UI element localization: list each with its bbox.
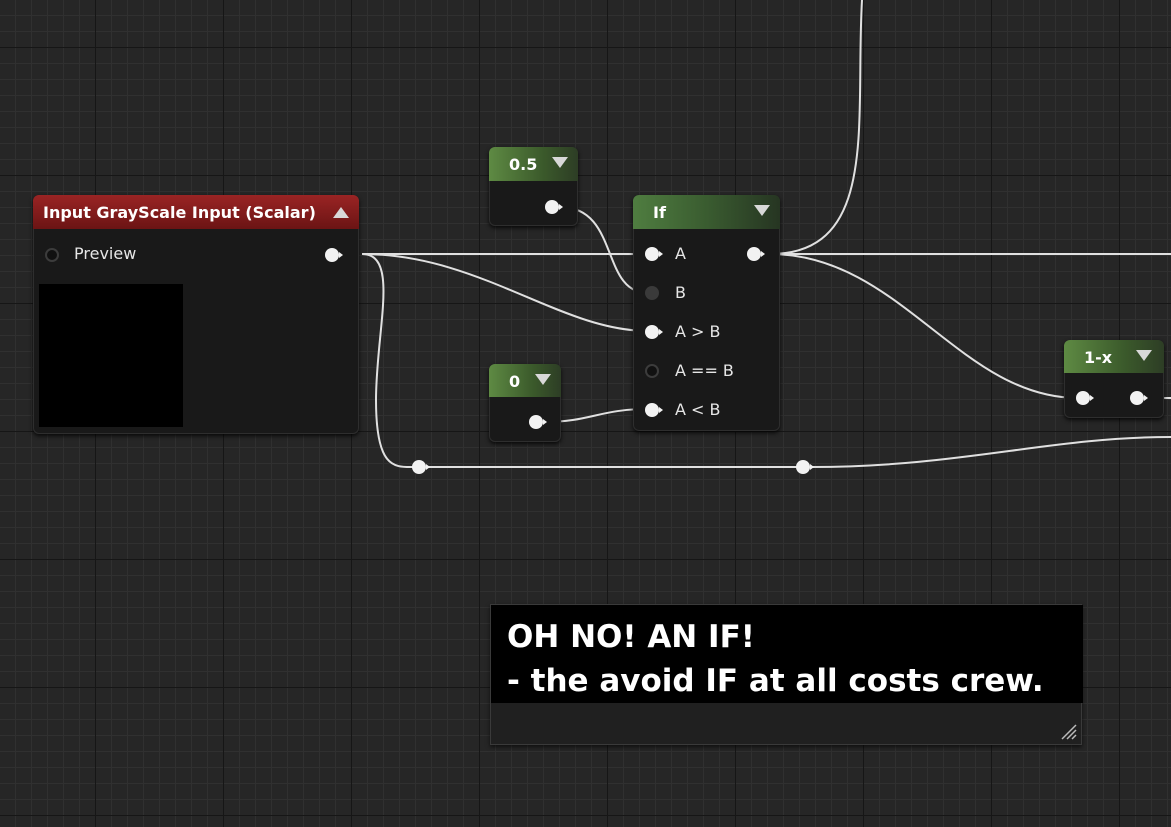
input-node-header[interactable]: Input GrayScale Input (Scalar) [33, 195, 359, 229]
if-input-a-label: A [675, 244, 686, 263]
one-minus-node[interactable]: 1-x [1064, 340, 1164, 418]
if-input-altb-pin[interactable] [645, 403, 663, 417]
if-input-b-label: B [675, 283, 686, 302]
wire-if-up [769, 0, 863, 255]
comment-title[interactable]: OH NO! AN IF! - the avoid IF at all cost… [491, 605, 1083, 703]
constant-half-output-pin[interactable] [545, 200, 563, 214]
input-grayscale-node[interactable]: Input GrayScale Input (Scalar) Preview [33, 195, 359, 434]
if-input-agtb-label: A > B [675, 322, 721, 341]
if-input-a-pin[interactable] [645, 247, 663, 261]
wire-input-to-agtb [361, 253, 649, 332]
if-input-b-pin[interactable] [645, 286, 660, 300]
one-minus-title: 1-x [1084, 348, 1113, 367]
if-input-altb-label: A < B [675, 400, 721, 419]
constant-zero-value: 0 [509, 372, 521, 391]
collapse-icon[interactable] [333, 207, 349, 218]
if-input-aeqb-pin[interactable] [645, 364, 660, 378]
expand-icon[interactable] [552, 157, 568, 168]
preview-label: Preview [74, 244, 137, 263]
constant-zero-node[interactable]: 0 [489, 364, 561, 442]
if-output-pin[interactable] [747, 247, 765, 261]
if-node-title: If [653, 203, 666, 222]
constant-half-node[interactable]: 0.5 [489, 147, 578, 226]
comment-line-2: - the avoid IF at all costs crew. [507, 663, 1044, 699]
resize-grip-icon[interactable] [1059, 722, 1077, 740]
preview-thumbnail [39, 284, 183, 427]
if-input-aeqb-label: A == B [675, 361, 734, 380]
constant-zero-output-pin[interactable] [529, 415, 547, 429]
input-output-pin[interactable] [325, 248, 343, 262]
wire-if-to-oneminus [769, 253, 1079, 399]
if-node[interactable]: If A B A > B A == B A < B [633, 195, 780, 431]
expand-icon[interactable] [535, 374, 551, 385]
expand-icon[interactable] [754, 205, 770, 216]
comment-box[interactable]: OH NO! AN IF! - the avoid IF at all cost… [490, 604, 1083, 745]
reroute-node[interactable] [796, 460, 814, 474]
input-node-title: Input GrayScale Input (Scalar) [43, 203, 316, 222]
preview-input-pin[interactable] [45, 248, 60, 262]
one-minus-input-pin[interactable] [1076, 391, 1094, 405]
wire-reroute-offscreen [811, 436, 1171, 468]
wire-input-to-reroute [361, 253, 415, 469]
comment-line-1: OH NO! AN IF! [507, 619, 755, 655]
one-minus-output-pin[interactable] [1130, 391, 1148, 405]
if-input-agtb-pin[interactable] [645, 325, 663, 339]
constant-half-value: 0.5 [509, 155, 538, 174]
expand-icon[interactable] [1136, 350, 1152, 361]
reroute-node[interactable] [412, 460, 430, 474]
